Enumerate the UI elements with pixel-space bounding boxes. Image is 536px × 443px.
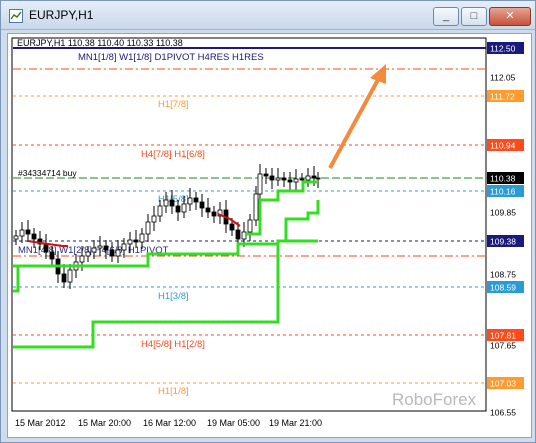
candle-body [139,233,145,243]
watermark: RoboForex [392,390,477,409]
candle-body [253,193,259,221]
candle-body [193,197,199,203]
chart-area[interactable]: EURJPY,H1 110.38 110.40 110.33 110.38 MN… [7,33,532,438]
candle-body [315,177,321,180]
price-tick-label: 111.72 [490,92,515,102]
level-label-h1-3-8: H1[3/8] [158,291,189,302]
maximize-button[interactable]: □ [461,7,487,26]
candle-body [157,205,163,217]
candle-body [299,178,305,181]
candle-body [205,207,211,213]
time-tick-label: 16 Mar 12:00 [143,418,196,428]
price-tick-label: 110.16 [490,187,516,197]
time-tick-label: 15 Mar 20:00 [78,418,131,428]
level-label-h1-6-8: H4[7/8] H1[6/8] [141,149,205,160]
price-tick-label: 107.65 [490,341,516,351]
chart-info: EURJPY,H1 110.38 110.40 110.33 110.38 [17,38,183,48]
candle-body [257,173,263,195]
candle-body [43,243,49,253]
candle-body [169,199,175,207]
price-tick-label: 107.03 [490,379,516,389]
price-axis[interactable]: 112.50 112.05 111.72 110.94 110.38 110.16 109.… [487,42,524,418]
price-tick-label: 108.59 [490,283,516,293]
level-label-h1-7-8: H1[7/8] [158,99,189,110]
candle-body [305,175,311,181]
candle-body [61,273,67,283]
candle-body [181,203,187,213]
candle-body [229,223,235,231]
price-tick-label: 108.75 [490,270,516,280]
candle-body [269,175,275,181]
level-label-h1-1-8: H1[1/8] [158,386,189,397]
candle-body [121,243,127,251]
candle-body [115,249,121,257]
candle-body [13,235,19,240]
candle-body [103,245,109,251]
window-title: EURJPY,H1 [29,8,94,22]
candle-body [241,231,247,240]
minimize-button[interactable]: _ [433,7,459,26]
price-tick-label: 107.81 [490,331,516,341]
candle-body [287,179,293,183]
candle-body [199,201,205,209]
level-label-top: MN1[1/8] W1[1/8] D1PIVOT H4RES H1RES [78,52,264,63]
order-label: #34334714 buy [18,168,77,178]
price-tick-label: 110.94 [490,141,516,151]
price-tick-label: 109.85 [490,208,516,218]
title-bar[interactable]: EURJPY,H1 _ □ ✕ [1,1,535,30]
price-tick-label: 110.38 [490,174,516,184]
candle-body [97,245,103,249]
candle-body [175,205,181,213]
candle-body [311,175,317,179]
candle-body [151,215,157,223]
chart-window: EURJPY,H1 _ □ ✕ EURJPY,H1 110.38 110.40 … [0,0,536,443]
candle-body [275,177,281,181]
candle-body [187,197,193,205]
candle-body [85,251,91,257]
candle-body [109,249,115,257]
candle-body [211,211,217,217]
price-tick-label: 106.55 [490,408,516,418]
time-tick-label: 19 Mar 05:00 [207,418,260,428]
candle-body [49,251,55,260]
price-tick-label: 112.05 [490,73,516,83]
price-tick-label: 109.38 [490,237,516,247]
candle-body [235,229,241,240]
level-label-h1-2-8: H4[5/8] H1[2/8] [141,339,205,350]
time-axis[interactable]: 15 Mar 2012 15 Mar 20:00 16 Mar 12:00 19 Ma… [15,418,322,428]
candle-body [31,233,37,240]
close-button[interactable]: ✕ [489,7,531,26]
candle-body [67,269,73,283]
candle-body [293,178,299,183]
chart-icon [9,9,23,23]
price-tick-label: 112.50 [490,44,516,54]
candle-body [19,229,25,237]
candle-body [127,239,133,245]
candle-body [163,199,169,207]
candle-body [91,247,97,253]
candle-body [247,219,253,233]
candle-body [79,255,85,263]
candle-body [133,239,139,243]
candle-body [25,229,31,235]
time-tick-label: 15 Mar 2012 [15,418,66,428]
candle-body [263,173,269,177]
candle-body [145,221,151,235]
time-tick-label: 19 Mar 21:00 [269,418,322,428]
candle-body [281,177,287,181]
chart-canvas[interactable]: EURJPY,H1 110.38 110.40 110.33 110.38 MN… [8,34,531,437]
